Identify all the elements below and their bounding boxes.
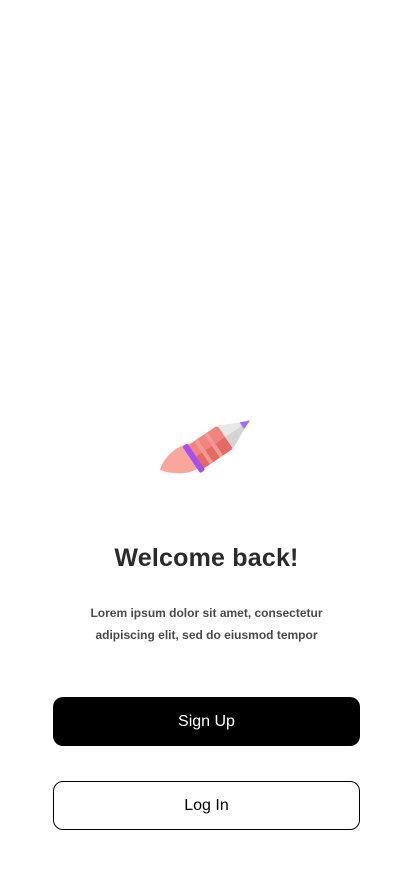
page-title: Welcome back!	[114, 544, 299, 572]
rocket-icon	[160, 420, 251, 474]
sign-up-label: Sign Up	[178, 712, 235, 730]
welcome-description: Lorem ipsum dolor sit amet, consectetur …	[60, 602, 353, 646]
welcome-screen: Welcome back! Lorem ipsum dolor sit amet…	[0, 0, 417, 895]
description-line: Lorem ipsum dolor sit amet, consectetur	[90, 606, 323, 620]
log-in-label: Log In	[184, 796, 229, 814]
log-in-button[interactable]: Log In	[53, 781, 360, 830]
sign-up-button[interactable]: Sign Up	[53, 697, 360, 746]
description-line: adipiscing elit, sed do eiusmod tempor	[95, 628, 318, 642]
